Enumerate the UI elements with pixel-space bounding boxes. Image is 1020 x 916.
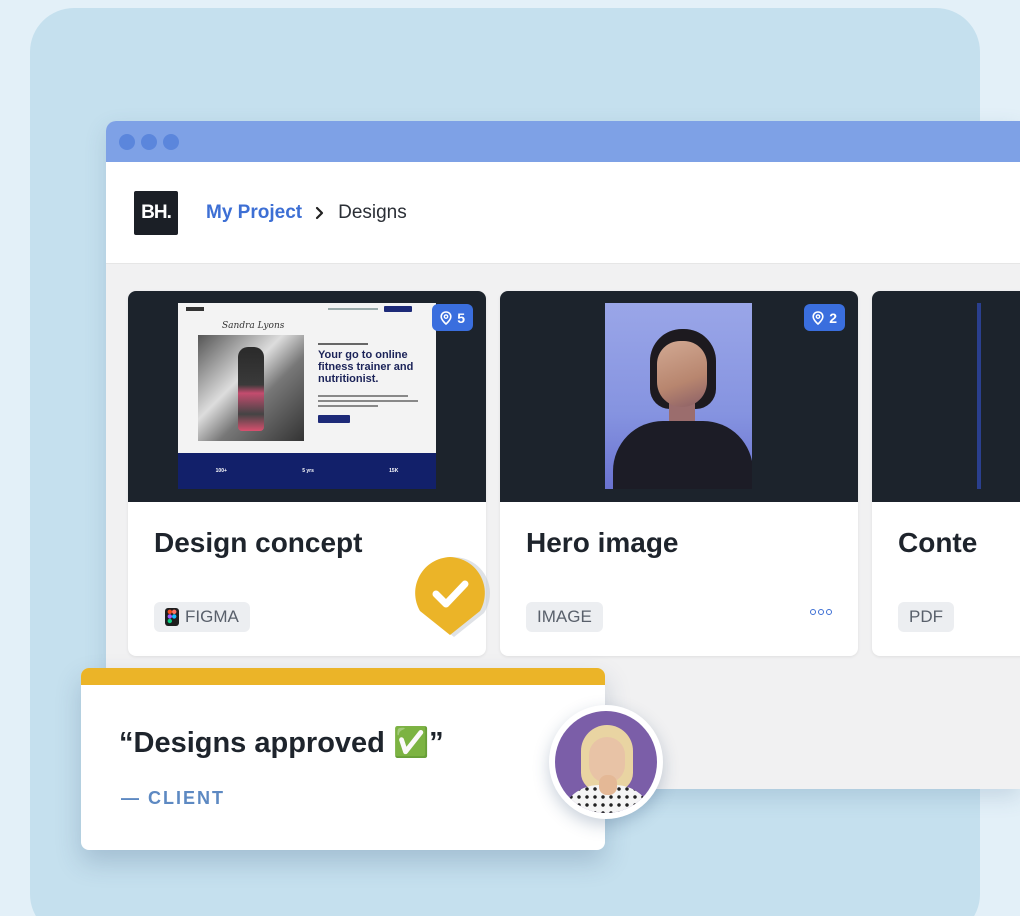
card-title: Design concept <box>154 527 363 558</box>
preview-body-lines <box>318 395 418 410</box>
comment-pin-badge[interactable]: 5 <box>432 304 473 331</box>
file-type-tag: IMAGE <box>526 602 603 632</box>
file-type-label: IMAGE <box>537 607 592 626</box>
location-pin-icon <box>440 310 452 325</box>
website-preview-image: Sandra Lyons Your go to online fitness t… <box>178 303 436 489</box>
approved-check-icon <box>410 555 490 637</box>
quote-text: “Designs approved ✅” <box>119 727 444 759</box>
avatar <box>549 705 663 819</box>
card-thumbnail: 2 <box>500 291 858 502</box>
preview-headline: Your go to online fitness trainer and nu… <box>318 349 414 385</box>
preview-stats: 100+ 5 yrs 15K <box>178 453 436 489</box>
file-type-tag: FIGMA <box>154 602 250 632</box>
file-type-label: FIGMA <box>185 607 239 626</box>
comment-pin-badge[interactable]: 2 <box>804 304 845 331</box>
logo[interactable]: BH. <box>134 190 178 235</box>
window-maximize-dot[interactable] <box>163 133 179 150</box>
preview-kicker <box>318 343 368 345</box>
card-title: Hero image <box>526 527 679 558</box>
file-type-tag: PDF <box>898 602 954 632</box>
preview-cta <box>318 415 350 423</box>
breadcrumb-project-link[interactable]: My Project <box>206 202 302 224</box>
preview-photo <box>198 335 304 441</box>
card-thumbnail: Sandra Lyons Your go to online fitness t… <box>128 291 486 502</box>
app-header: BH. My Project Designs <box>106 162 1020 264</box>
figma-icon <box>165 608 179 626</box>
preview-stat: 5 yrs <box>302 468 314 474</box>
portrait-image <box>605 303 752 489</box>
quote-accent-bar <box>81 668 605 685</box>
location-pin-icon <box>812 310 824 325</box>
card-title: Conte <box>898 527 978 558</box>
design-card-hero-image[interactable]: 2 Hero image IMAGE <box>500 291 858 656</box>
client-quote-card: “Designs approved ✅” — CLIENT <box>81 668 605 850</box>
window-close-dot[interactable] <box>119 133 135 150</box>
design-cards-list: Sandra Lyons Your go to online fitness t… <box>128 291 1020 656</box>
more-horizontal-icon[interactable] <box>810 609 832 615</box>
breadcrumb: My Project Designs <box>178 202 407 224</box>
design-card-content[interactable]: Conte PDF <box>872 291 1020 656</box>
breadcrumb-current: Designs <box>338 201 407 223</box>
preview-stat: 100+ <box>215 468 227 474</box>
chevron-right-icon <box>314 206 326 220</box>
card-thumbnail <box>872 291 1020 502</box>
preview-script-title: Sandra Lyons <box>222 321 285 331</box>
pin-count: 5 <box>457 309 465 326</box>
preview-nav <box>178 303 436 317</box>
file-type-label: PDF <box>909 607 943 626</box>
pin-count: 2 <box>829 309 837 326</box>
window-titlebar <box>106 121 1020 162</box>
preview-stat: 15K <box>389 468 399 474</box>
quote-attribution: — CLIENT <box>121 788 225 808</box>
window-minimize-dot[interactable] <box>141 133 157 150</box>
